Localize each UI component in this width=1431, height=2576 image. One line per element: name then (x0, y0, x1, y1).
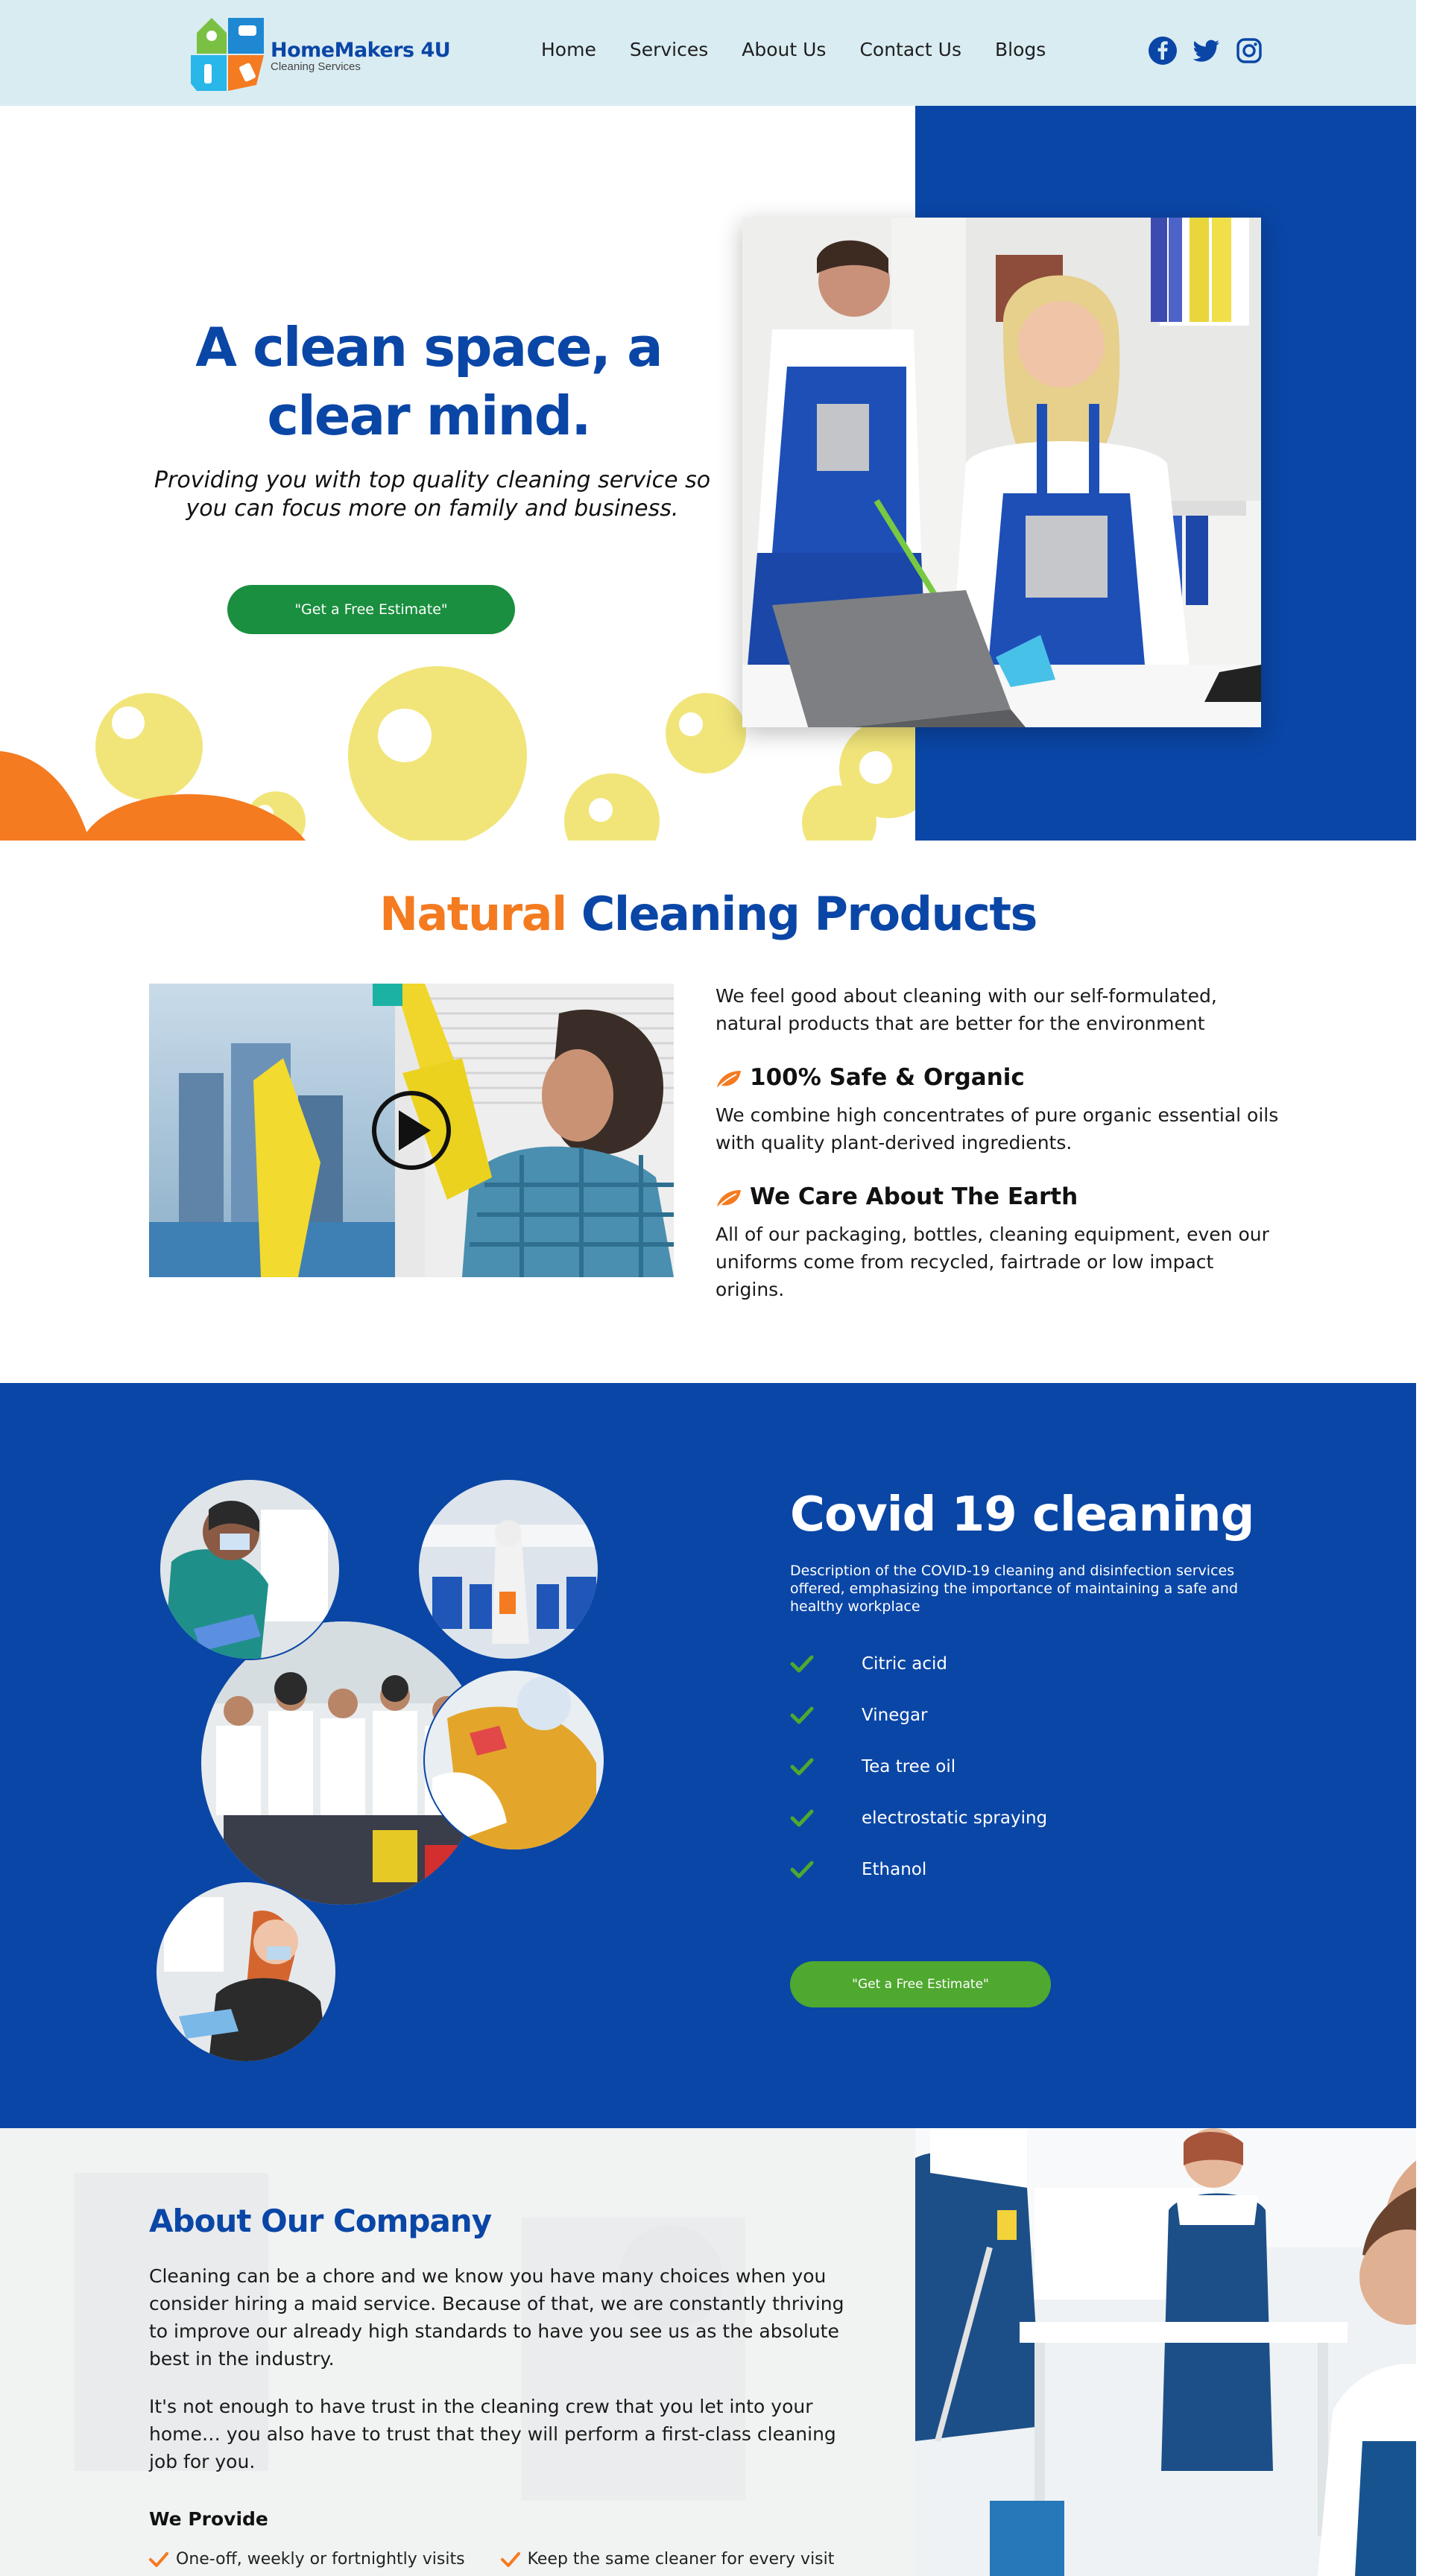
hero-subtitle: Providing you with top quality cleaning … (154, 467, 711, 522)
check-icon (149, 2551, 168, 2568)
natural-text-block: We feel good about cleaning with our sel… (716, 982, 1282, 1303)
nav-item-home[interactable]: Home (541, 39, 596, 60)
list-item: Ethanol (790, 1844, 1047, 1895)
list-item: Keep the same cleaner for every visit (500, 2550, 835, 2569)
covid-item-label: Tea tree oil (862, 1756, 956, 1776)
check-icon (790, 1654, 814, 1674)
site-header: HomeMakers 4U Cleaning Services Home Ser… (0, 0, 1416, 106)
main-nav: Home Services About Us Contact Us Blogs (541, 39, 1046, 60)
leaf-icon (716, 1187, 742, 1207)
check-icon (500, 2551, 520, 2568)
check-icon (790, 1860, 814, 1879)
about-paragraph-2: It's not enough to have trust in the cle… (149, 2396, 836, 2472)
nav-item-contact-us[interactable]: Contact Us (859, 39, 961, 60)
feature-body-safe-organic: We combine high concentrates of pure org… (716, 1104, 1279, 1153)
list-item: electrostatic spraying (790, 1792, 1047, 1844)
covid-item-label: Ethanol (862, 1859, 927, 1879)
about-section: About Our Company Cleaning can be a chor… (0, 2128, 1416, 2576)
leaf-icon (716, 1068, 742, 1088)
brand-wordmark[interactable]: HomeMakers 4U Cleaning Services (271, 39, 451, 73)
nav-item-services[interactable]: Services (630, 39, 708, 60)
covid-item-label: Citric acid (862, 1653, 947, 1674)
covid-checklist: Citric acid Vinegar Tea tree oil electro… (790, 1638, 1047, 1895)
about-paragraph-1: Cleaning can be a chore and we know you … (149, 2265, 844, 2370)
covid-photo-collage (149, 1478, 656, 2063)
list-item: Tea tree oil (790, 1741, 1047, 1792)
feature-title-care-earth: We Care About The Earth (750, 1183, 1078, 1210)
check-icon (790, 1757, 814, 1776)
list-item: Citric acid (790, 1638, 1047, 1689)
check-icon (790, 1808, 814, 1828)
hero-estimate-button[interactable]: "Get a Free Estimate" (227, 585, 515, 634)
about-cleaners-photo (915, 2128, 1416, 2576)
natural-title-rest: Cleaning Products (581, 887, 1038, 941)
check-icon (790, 1706, 814, 1725)
covid-item-label: electrostatic spraying (862, 1808, 1048, 1828)
brand-logo-icon[interactable] (182, 10, 271, 96)
hero-cleaners-photo (742, 218, 1261, 727)
provide-item-label: One-off, weekly or fortnightly visits (176, 2550, 465, 2569)
covid-estimate-button[interactable]: "Get a Free Estimate" (790, 1961, 1051, 2007)
social-links (1148, 36, 1264, 66)
hero-section: A clean space, a clear mind. Providing y… (0, 106, 1416, 841)
brand-tagline: Cleaning Services (271, 60, 361, 73)
hero-title: A clean space, a clear mind. (195, 316, 663, 447)
natural-lead-text: We feel good about cleaning with our sel… (716, 985, 1217, 1034)
about-title: About Our Company (149, 2203, 492, 2239)
instagram-icon[interactable] (1234, 36, 1264, 66)
covid-section: Covid 19 cleaning Description of the COV… (0, 1383, 1416, 2128)
we-provide-list: One-off, weekly or fortnightly visits Ke… (149, 2550, 834, 2569)
feature-title-safe-organic: 100% Safe & Organic (750, 1064, 1025, 1091)
brand-name: HomeMakers 4U (271, 39, 451, 62)
nav-item-about-us[interactable]: About Us (742, 39, 826, 60)
natural-video-player[interactable] (149, 984, 674, 1277)
list-item: One-off, weekly or fortnightly visits (149, 2550, 465, 2569)
twitter-icon[interactable] (1191, 36, 1221, 66)
natural-section-title: Natural Cleaning Products (0, 887, 1416, 941)
covid-title: Covid 19 cleaning (790, 1487, 1254, 1542)
covid-item-label: Vinegar (862, 1705, 928, 1725)
feature-heading-safe-organic: 100% Safe & Organic (716, 1064, 1282, 1091)
provide-item-label: Keep the same cleaner for every visit (527, 2550, 835, 2569)
facebook-icon[interactable] (1148, 36, 1178, 66)
natural-title-accent: Natural (379, 887, 567, 941)
nav-item-blogs[interactable]: Blogs (995, 39, 1046, 60)
list-item: Vinegar (790, 1689, 1047, 1741)
covid-description: Description of the COVID-19 cleaning and… (790, 1563, 1239, 1615)
we-provide-heading: We Provide (149, 2508, 268, 2530)
feature-heading-care-earth: We Care About The Earth (716, 1183, 1282, 1210)
feature-body-care-earth: All of our packaging, bottles, cleaning … (716, 1224, 1269, 1300)
